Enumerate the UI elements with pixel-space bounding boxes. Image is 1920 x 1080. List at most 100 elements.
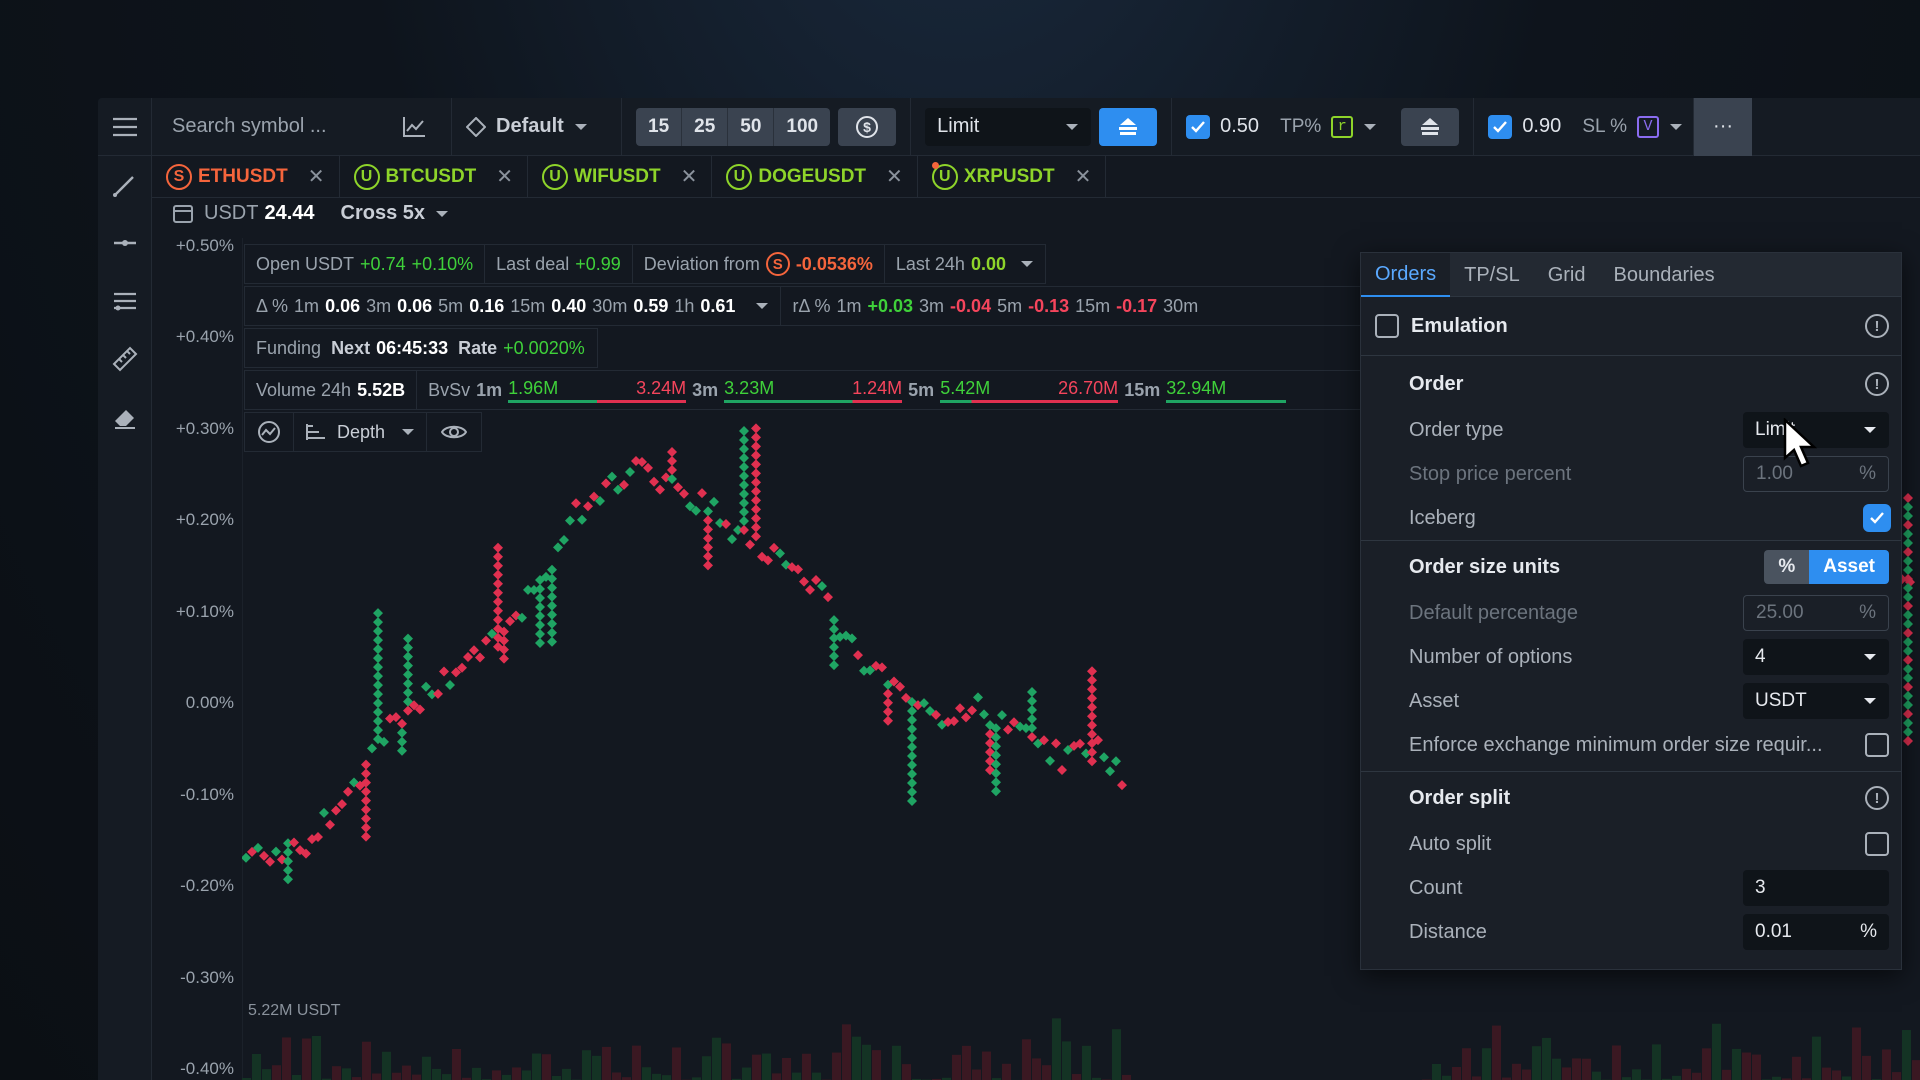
search-input[interactable] (172, 115, 402, 138)
info-icon[interactable]: ! (1865, 372, 1889, 396)
default-percentage-input[interactable]: 25.00 % (1743, 595, 1889, 631)
margin-mode-select[interactable]: Cross 5x (341, 202, 450, 225)
percent-unit: % (1859, 602, 1876, 623)
tab-xrpusdt[interactable]: U XRPUSDT ✕ (918, 155, 1107, 198)
symbol-search[interactable] (152, 98, 452, 156)
volume-bar (402, 1065, 411, 1080)
volume-bar (542, 1054, 551, 1080)
trade-marker (1027, 686, 1037, 697)
volume-bar (1452, 1067, 1461, 1080)
enforce-minimum-checkbox[interactable] (1865, 733, 1889, 757)
chevron-down-icon[interactable] (1363, 122, 1377, 132)
tab-btcusdt[interactable]: U BTCUSDT ✕ (340, 155, 529, 198)
chevron-down-icon (436, 210, 449, 217)
trade-marker (907, 796, 917, 807)
volume-bar (1492, 1025, 1501, 1080)
sl-value[interactable]: 0.90 (1522, 115, 1572, 138)
trade-marker (751, 441, 761, 452)
tab-ethusdt[interactable]: S ETHUSDT ✕ (152, 155, 340, 198)
tp-mode-button[interactable] (1401, 107, 1460, 146)
info-icon[interactable]: ! (1865, 314, 1889, 338)
more-button[interactable]: ··· (1694, 98, 1753, 156)
trade-marker (1903, 493, 1913, 503)
percent-unit: % (1859, 463, 1876, 484)
menu-button[interactable] (98, 98, 152, 156)
order-type-select[interactable]: Limit (925, 107, 1092, 146)
trade-marker (535, 620, 545, 631)
chevron-down-icon (1066, 123, 1079, 130)
iceberg-checkbox[interactable] (1865, 506, 1889, 530)
close-icon[interactable]: ✕ (1075, 164, 1092, 189)
qty-button-100[interactable]: 100 (774, 107, 831, 146)
trade-marker (361, 804, 371, 815)
volume-bar (502, 1074, 511, 1080)
emulation-label: Emulation (1411, 314, 1508, 337)
trade-marker (325, 819, 335, 830)
volume-bar (1792, 1056, 1801, 1080)
qty-button-25[interactable]: 25 (682, 107, 729, 146)
trade-marker (547, 564, 557, 575)
size-unit-asset[interactable]: Asset (1809, 550, 1889, 584)
volume-bar (532, 1053, 541, 1080)
size-unit-percent[interactable]: % (1764, 550, 1810, 584)
coin-u-icon: U (353, 163, 380, 190)
tab-orders[interactable]: Orders (1361, 253, 1451, 297)
indicators-button[interactable] (245, 413, 294, 451)
volume-bar (1832, 1070, 1841, 1080)
tab-tp-sl[interactable]: TP/SL (1450, 253, 1534, 297)
tab-grid[interactable]: Grid (1534, 253, 1600, 297)
trade-marker (751, 477, 761, 488)
parallel-lines-tool[interactable] (98, 272, 151, 330)
currency-button[interactable]: $ (838, 107, 897, 146)
trade-marker (499, 653, 509, 664)
trade-marker (493, 560, 503, 571)
trade-marker (1027, 713, 1037, 724)
emulation-checkbox[interactable] (1375, 314, 1399, 338)
tab-boundaries[interactable]: Boundaries (1600, 253, 1729, 297)
chart-icon[interactable] (402, 116, 426, 138)
volume-bar (592, 1055, 601, 1080)
eraser-tool[interactable] (98, 388, 151, 446)
preset-selector[interactable]: Default (452, 98, 622, 156)
count-input[interactable]: 3 (1743, 870, 1889, 906)
info-icon[interactable]: ! (1865, 786, 1889, 810)
volume-bar (952, 1054, 961, 1080)
limit-mode-button[interactable] (1099, 107, 1158, 146)
order-settings-panel: Orders TP/SL Grid Boundaries Emulation !… (1360, 252, 1902, 970)
trade-marker (703, 542, 713, 553)
trade-marker (403, 669, 413, 680)
distance-input[interactable]: 0.01 % (1743, 914, 1889, 950)
trade-marker (829, 642, 839, 653)
close-icon[interactable]: ✕ (308, 164, 325, 189)
qty-button-50[interactable]: 50 (728, 107, 775, 146)
tab-dogeusdt[interactable]: U DOGEUSDT ✕ (712, 155, 918, 198)
size-units-row: Order size units % Asset (1361, 543, 1901, 591)
chevron-down-icon[interactable] (755, 301, 769, 311)
volume-bar (312, 1035, 321, 1080)
visibility-button[interactable] (427, 413, 481, 451)
iceberg-row: Iceberg (1361, 496, 1901, 540)
line-tool[interactable] (98, 156, 151, 214)
close-icon[interactable]: ✕ (886, 164, 903, 189)
trade-marker (751, 531, 761, 542)
tp-value[interactable]: 0.50 (1220, 115, 1270, 138)
depth-select[interactable]: Depth (294, 413, 428, 451)
trade-marker (271, 846, 281, 857)
asset-dropdown[interactable]: USDT (1743, 683, 1889, 719)
tab-wifusdt[interactable]: U WIFUSDT ✕ (528, 155, 713, 198)
close-icon[interactable]: ✕ (681, 164, 698, 189)
trade-marker (547, 591, 557, 602)
account-info: USDT 24.44 Cross 5x (172, 202, 449, 225)
sl-checkbox[interactable] (1488, 114, 1513, 139)
auto-split-checkbox[interactable] (1865, 832, 1889, 856)
close-icon[interactable]: ✕ (496, 164, 513, 189)
horizontal-line-tool[interactable] (98, 214, 151, 272)
last24-stat[interactable]: Last 24h 0.00 (885, 245, 1045, 283)
chevron-down-icon[interactable] (1669, 122, 1683, 132)
delta-value: 0.59 (633, 295, 669, 316)
tp-checkbox[interactable] (1186, 114, 1211, 139)
number-of-options-dropdown[interactable]: 4 (1743, 639, 1889, 675)
ruler-tool[interactable] (98, 330, 151, 388)
qty-button-15[interactable]: 15 (636, 107, 683, 146)
trade-marker (343, 786, 353, 797)
